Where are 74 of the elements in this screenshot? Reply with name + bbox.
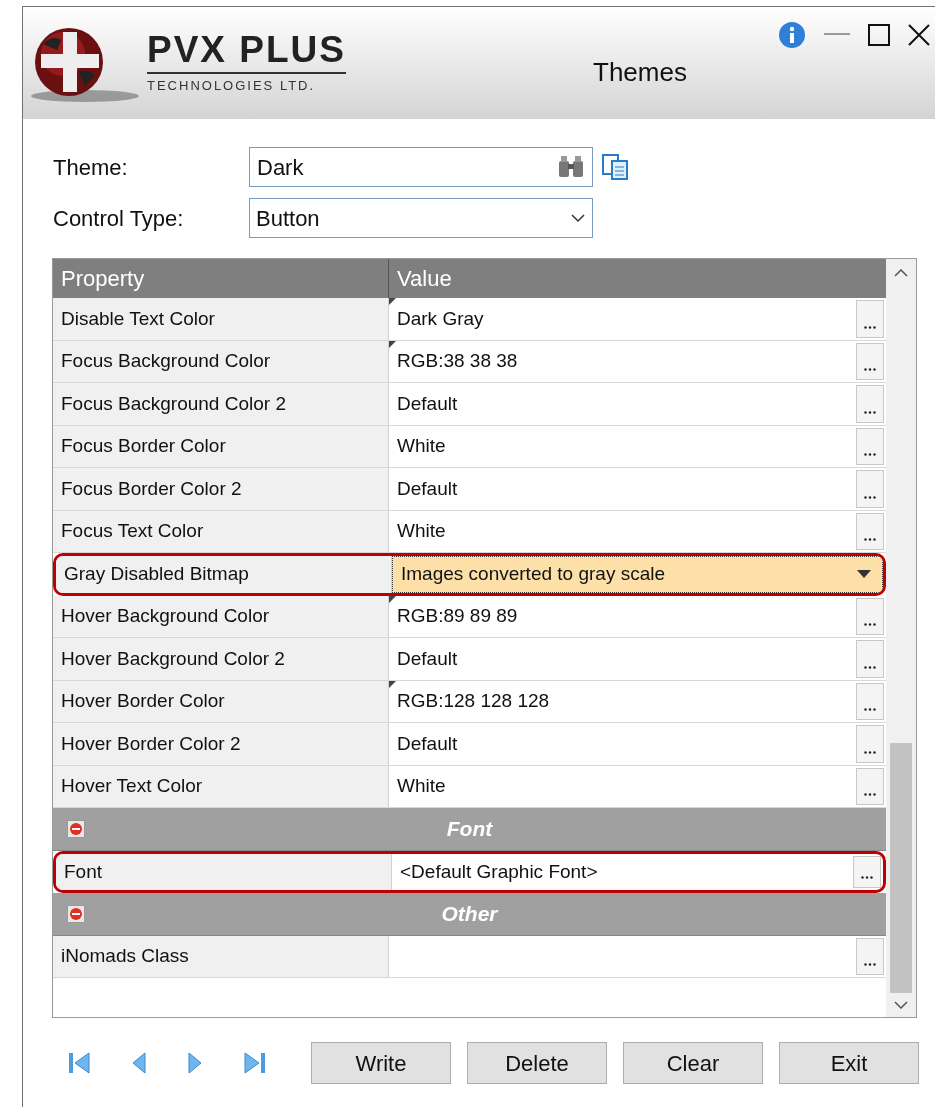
property-name: Focus Border Color (53, 425, 389, 467)
first-record-icon[interactable] (67, 1052, 91, 1074)
logo-text: PVX PLUS (147, 30, 346, 75)
chevron-down-icon[interactable] (570, 213, 586, 223)
property-row[interactable]: Focus Border Color 2 Default (53, 468, 886, 511)
section-header: Font (446, 816, 493, 842)
previous-record-icon[interactable] (131, 1052, 147, 1074)
ellipsis-icon[interactable] (861, 876, 873, 879)
minimize-icon[interactable] (824, 33, 850, 37)
property-name: Hover Background Color (53, 595, 389, 637)
scroll-up-icon[interactable] (894, 269, 908, 277)
property-name: Focus Border Color 2 (53, 468, 389, 510)
property-name: Focus Background Color (53, 340, 389, 382)
ellipsis-icon[interactable] (864, 453, 876, 456)
property-name: iNomads Class (53, 935, 389, 977)
ellipsis-icon[interactable] (864, 665, 876, 669)
property-name: Hover Text Color (53, 765, 389, 807)
field-label: Theme: (53, 153, 129, 182)
property-name: Hover Border Color 2 (53, 723, 389, 765)
maximize-icon[interactable] (868, 24, 890, 46)
property-row[interactable]: Hover Border Color RGB:128 128 128 (53, 680, 886, 723)
control-type-dropdown[interactable]: Button (249, 198, 593, 238)
property-row[interactable]: Hover Border Color 2 Default (53, 723, 886, 766)
property-name: Hover Border Color (53, 680, 389, 722)
scroll-down-icon[interactable] (894, 1001, 908, 1009)
theme-field[interactable]: Dark (249, 147, 593, 187)
window-title: Themes (593, 56, 687, 89)
property-row[interactable]: Focus Background Color 2 Default (53, 383, 886, 426)
property-row[interactable]: Focus Background Color RGB:38 38 38 (53, 340, 886, 383)
property-row[interactable]: Focus Border Color White (53, 425, 886, 468)
ellipsis-icon[interactable] (864, 325, 876, 329)
property-row[interactable]: Font <Default Graphic Font> (53, 850, 886, 893)
logo-subtitle: TECHNOLOGIES LTD. (147, 77, 317, 96)
property-row[interactable]: Disable Text Color Dark Gray (53, 298, 886, 341)
property-name: Focus Text Color (53, 510, 389, 552)
scrollbar[interactable] (886, 259, 916, 1017)
property-name: Hover Background Color 2 (53, 638, 389, 680)
property-name: Focus Background Color 2 (53, 383, 389, 425)
property-name: Font (56, 853, 392, 890)
ellipsis-icon[interactable] (864, 793, 876, 796)
action-button[interactable]: Delete (467, 1042, 607, 1084)
last-record-icon[interactable] (243, 1052, 267, 1074)
ellipsis-icon[interactable] (864, 495, 876, 499)
collapse-icon[interactable] (67, 820, 85, 838)
ellipsis-icon[interactable] (864, 410, 876, 414)
ellipsis-icon[interactable] (864, 623, 876, 626)
property-name: Disable Text Color (53, 298, 389, 340)
next-record-icon[interactable] (187, 1052, 203, 1074)
property-row[interactable]: iNomads Class (53, 935, 886, 978)
action-button[interactable]: Exit (779, 1042, 919, 1084)
binoculars-icon[interactable] (557, 155, 585, 179)
scrollbar-thumb[interactable] (890, 743, 912, 993)
copy-icon[interactable] (601, 153, 631, 181)
action-button[interactable]: Write (311, 1042, 451, 1084)
close-icon[interactable] (908, 24, 930, 46)
action-button[interactable]: Clear (623, 1042, 763, 1084)
ellipsis-icon[interactable] (864, 708, 876, 711)
info-icon[interactable] (778, 21, 806, 49)
ellipsis-icon[interactable] (864, 538, 876, 541)
property-row[interactable]: Hover Background Color RGB:89 89 89 (53, 595, 886, 638)
property-row[interactable]: Hover Text Color White (53, 765, 886, 808)
section-header: Other (441, 901, 498, 927)
ellipsis-icon[interactable] (864, 963, 876, 966)
property-row[interactable]: Focus Text Color White (53, 510, 886, 553)
ellipsis-icon[interactable] (864, 368, 876, 371)
column-header: Value (396, 265, 453, 293)
property-row[interactable]: Hover Background Color 2 Default (53, 638, 886, 681)
value-dropdown[interactable]: Images converted to gray scale (392, 556, 883, 593)
ellipsis-icon[interactable] (864, 750, 876, 754)
field-label: Control Type: (53, 204, 185, 233)
collapse-icon[interactable] (67, 905, 85, 923)
property-row[interactable]: Gray Disabled Bitmap Images converted to gray scale (53, 553, 886, 596)
property-name: Gray Disabled Bitmap (56, 556, 392, 593)
dropdown-arrow-icon[interactable] (856, 569, 872, 580)
